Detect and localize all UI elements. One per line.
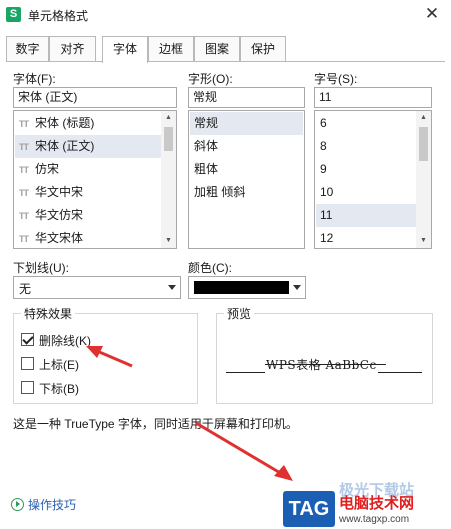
watermark-badge: TAG [283, 491, 335, 527]
watermark-url: www.tagxp.com [339, 514, 410, 525]
tab-font[interactable]: 字体 [102, 36, 148, 63]
annotation-arrow [86, 346, 133, 368]
watermark-site-name: 电脑技术网 [339, 495, 415, 512]
annotation-arrows [86, 346, 293, 481]
annotation-arrow [195, 421, 293, 481]
